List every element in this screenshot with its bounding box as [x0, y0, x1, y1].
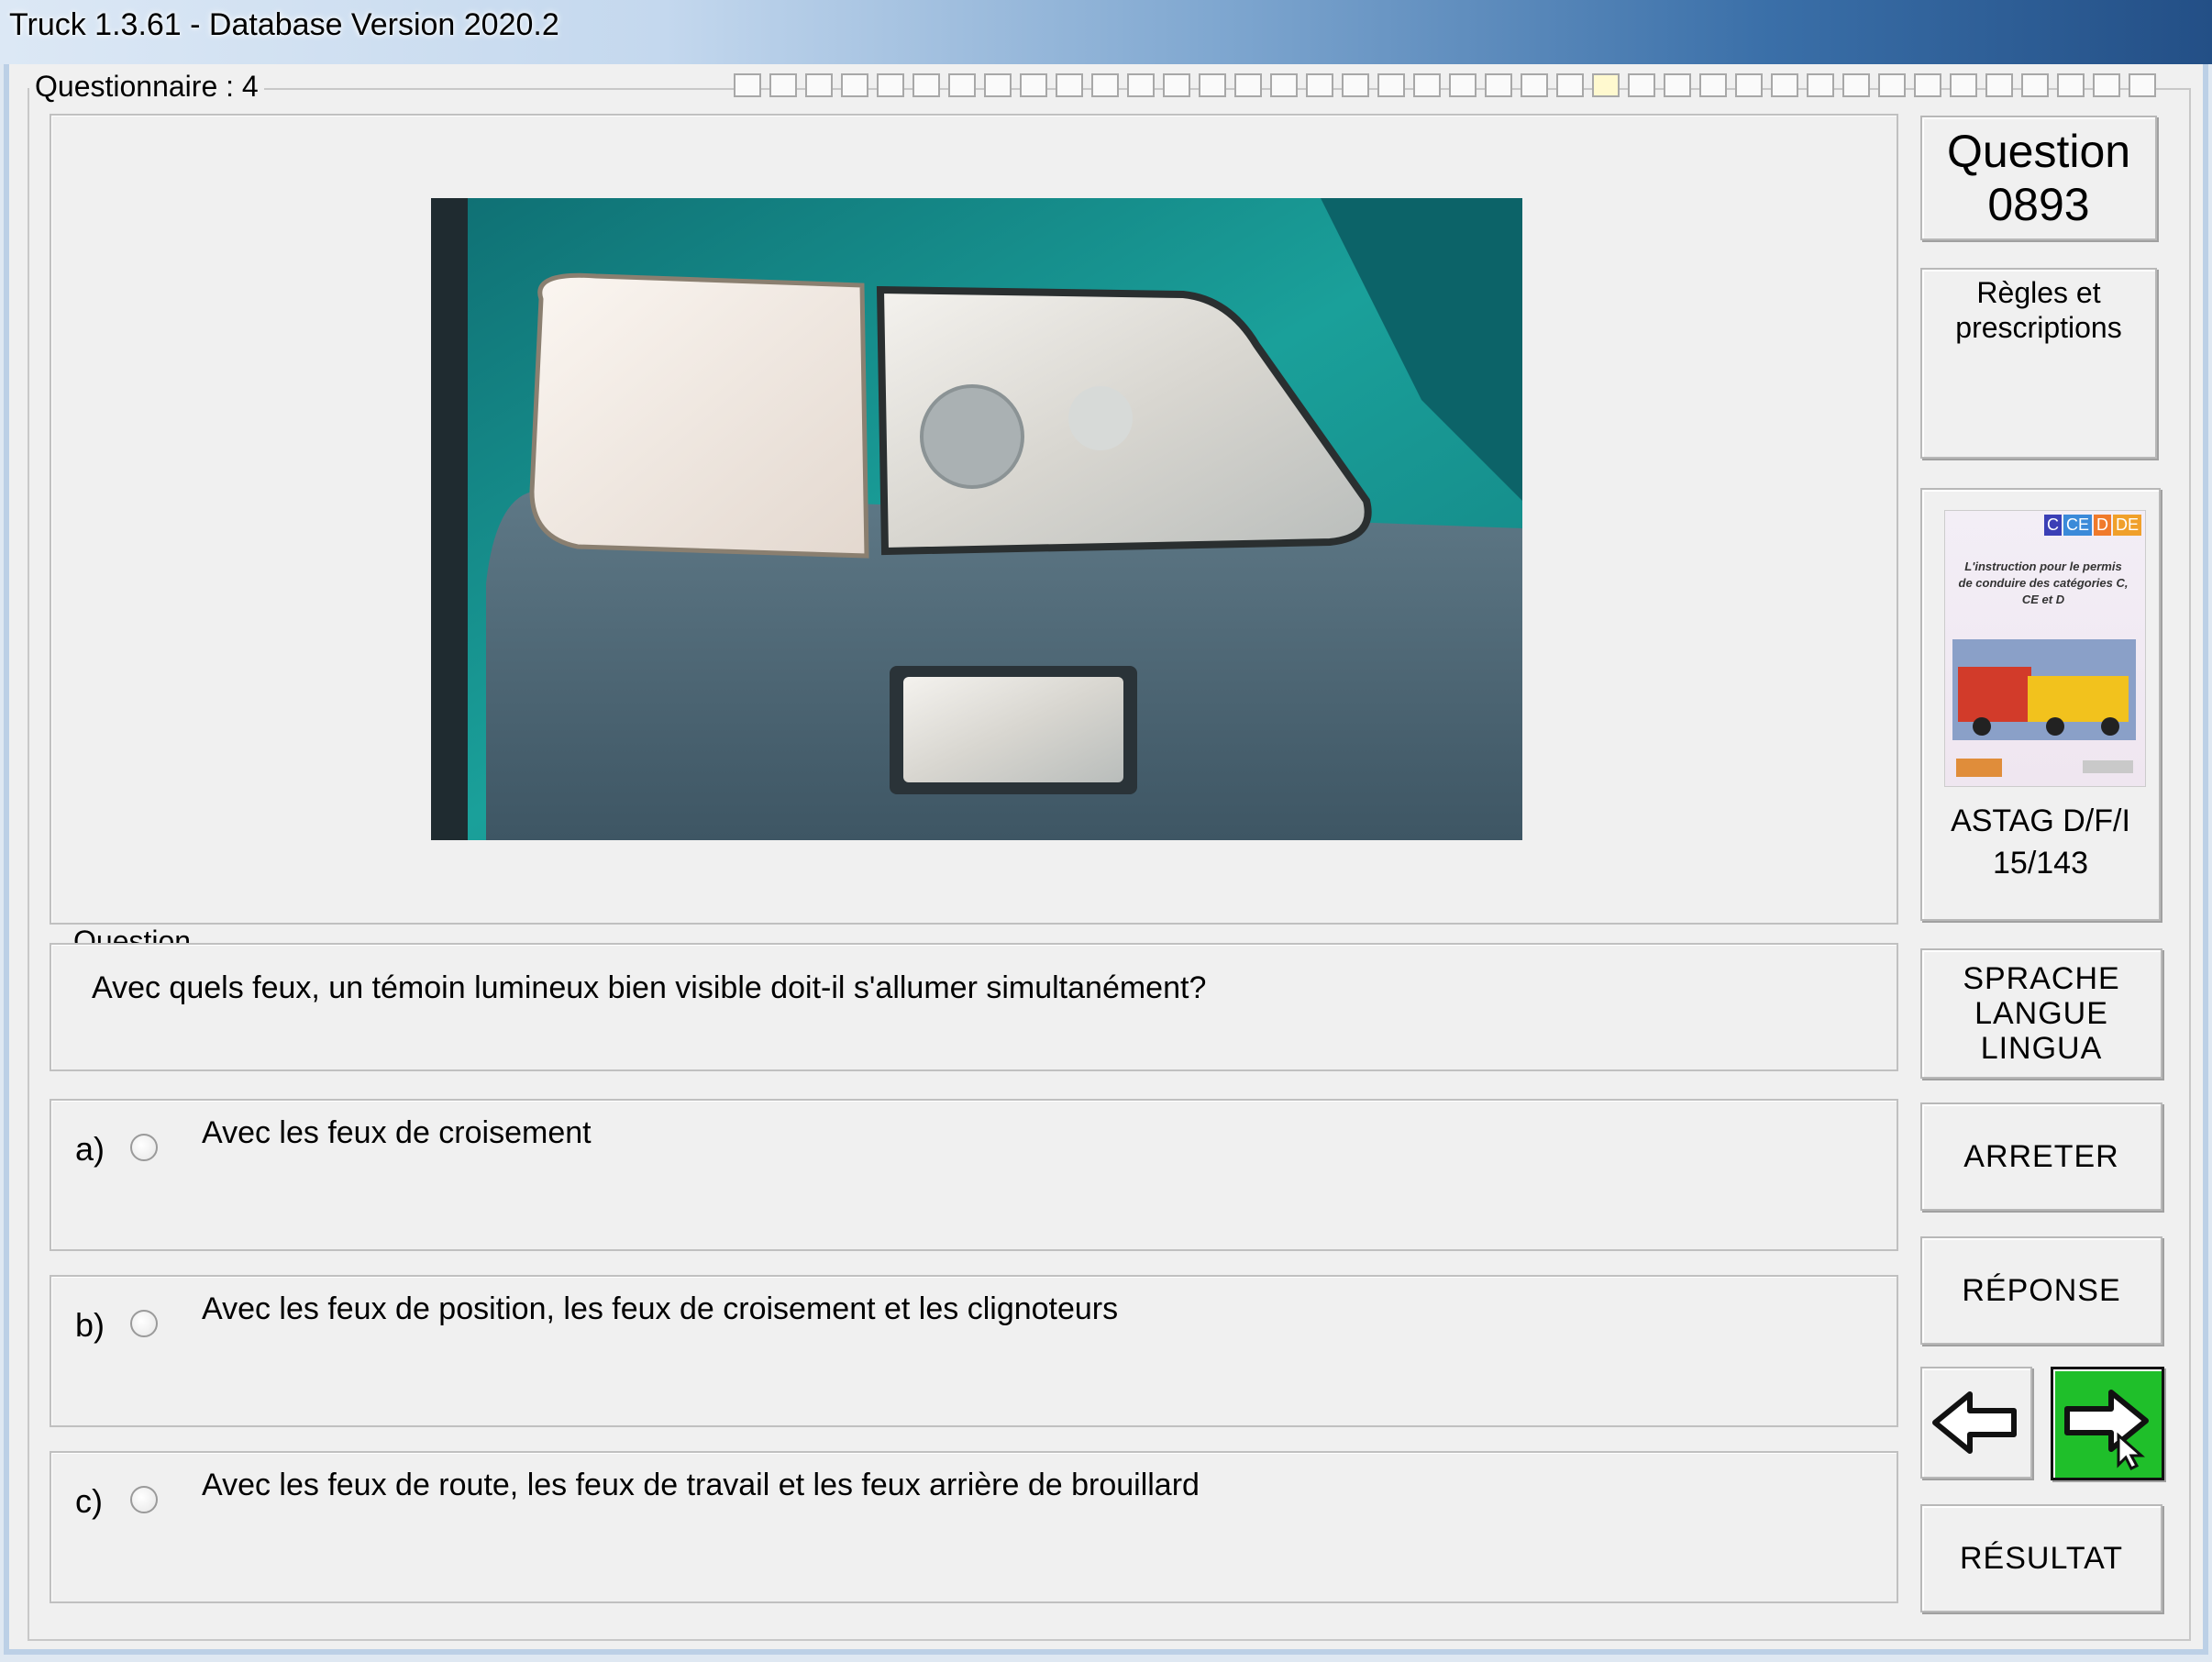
- progress-cell: [2057, 73, 2085, 97]
- progress-cell: [1950, 73, 1977, 97]
- progress-cell: [1485, 73, 1512, 97]
- arrow-left-icon: [1932, 1391, 2017, 1454]
- progress-cell: [948, 73, 976, 97]
- next-button[interactable]: [2051, 1367, 2164, 1480]
- progress-cell: [1234, 73, 1262, 97]
- title-bar: Truck 1.3.61 - Database Version 2020.2: [0, 0, 2212, 64]
- progress-cell: [1342, 73, 1369, 97]
- window-title: Truck 1.3.61 - Database Version 2020.2: [9, 7, 559, 42]
- answer-a[interactable]: a) Avec les feux de croisement: [50, 1099, 1898, 1251]
- question-number-label: Question: [1946, 126, 2131, 177]
- answer-text: Avec les feux de position, les feux de c…: [202, 1291, 1119, 1326]
- progress-cell: [1270, 73, 1298, 97]
- answer-text: Avec les feux de croisement: [202, 1115, 592, 1150]
- progress-cell: [1699, 73, 1727, 97]
- progress-cell: [1985, 73, 2013, 97]
- answer-a-radio[interactable]: [130, 1134, 158, 1161]
- progress-cell: [1306, 73, 1333, 97]
- progress-cell: [984, 73, 1012, 97]
- answer-letter: a): [75, 1130, 105, 1168]
- progress-cell: [1878, 73, 1906, 97]
- progress-cell: [1771, 73, 1798, 97]
- arrow-right-icon: [2064, 1390, 2149, 1471]
- progress-cell: [1807, 73, 1834, 97]
- reference-book-panel: C CE D DE L'instruction pour le permis d…: [1920, 488, 2161, 921]
- progress-cell: [1735, 73, 1763, 97]
- progress-cell: [2021, 73, 2049, 97]
- main-window: Questionnaire : 4 Question Avec quels fe…: [4, 64, 2208, 1655]
- progress-cell: [912, 73, 940, 97]
- progress-cell: [1020, 73, 1047, 97]
- progress-cell: [1056, 73, 1083, 97]
- progress-cell: [2093, 73, 2120, 97]
- progress-cell: [1628, 73, 1655, 97]
- language-button[interactable]: SPRACHE LANGUE LINGUA: [1920, 948, 2162, 1079]
- mouse-cursor-icon: [2117, 1432, 2145, 1471]
- language-label-fr: LANGUE: [1974, 996, 2108, 1031]
- book-cover-image: C CE D DE L'instruction pour le permis d…: [1944, 510, 2146, 787]
- progress-cell: [1413, 73, 1441, 97]
- progress-cell: [841, 73, 868, 97]
- progress-cell: [2129, 73, 2156, 97]
- previous-button[interactable]: [1920, 1367, 2032, 1479]
- progress-cell: [1556, 73, 1584, 97]
- progress-cell: [1127, 73, 1155, 97]
- headlight-photo-graphic: [431, 198, 1522, 840]
- trucks-illustration: [1952, 639, 2136, 777]
- answer-c[interactable]: c) Avec les feux de route, les feux de t…: [50, 1451, 1898, 1603]
- book-page: 15/143: [1993, 846, 2088, 881]
- progress-cell: [1521, 73, 1548, 97]
- result-button[interactable]: RÉSULTAT: [1920, 1504, 2162, 1612]
- category-panel: Règles et prescriptions: [1920, 268, 2157, 459]
- question-number: 0893: [1987, 179, 2090, 230]
- stop-button[interactable]: ARRETER: [1920, 1102, 2162, 1211]
- progress-cell: [877, 73, 904, 97]
- progress-cell: [1842, 73, 1870, 97]
- progress-cell: [1592, 73, 1620, 97]
- progress-cell: [1163, 73, 1190, 97]
- category-label: Règles et prescriptions: [1955, 276, 2122, 344]
- question-text: Avec quels feux, un témoin lumineux bien…: [92, 970, 1207, 1005]
- progress-cell: [1664, 73, 1691, 97]
- answer-letter: b): [75, 1306, 105, 1344]
- answer-b-radio[interactable]: [130, 1310, 158, 1337]
- question-photo: [431, 198, 1522, 840]
- question-progress-bar: [734, 73, 2164, 99]
- progress-cell: [1449, 73, 1477, 97]
- question-box: Avec quels feux, un témoin lumineux bien…: [50, 943, 1898, 1071]
- questionnaire-label: Questionnaire : 4: [29, 70, 264, 104]
- language-label-it: LINGUA: [1980, 1031, 2103, 1066]
- answer-button[interactable]: RÉPONSE: [1920, 1236, 2162, 1345]
- language-label-de: SPRACHE: [1963, 961, 2120, 996]
- progress-cell: [1377, 73, 1405, 97]
- progress-cell: [1914, 73, 1941, 97]
- progress-cell: [1199, 73, 1226, 97]
- answer-c-radio[interactable]: [130, 1486, 158, 1513]
- question-number-panel: Question 0893: [1920, 116, 2157, 240]
- progress-cell: [1091, 73, 1119, 97]
- question-image-panel: [50, 114, 1898, 925]
- progress-cell: [769, 73, 797, 97]
- answer-text: Avec les feux de route, les feux de trav…: [202, 1468, 1200, 1502]
- book-source: ASTAG D/F/I: [1951, 803, 2130, 838]
- book-reference: ASTAG D/F/I 15/143: [1922, 800, 2159, 884]
- answer-b[interactable]: b) Avec les feux de position, les feux d…: [50, 1275, 1898, 1427]
- answer-letter: c): [75, 1482, 103, 1520]
- progress-cell: [734, 73, 761, 97]
- progress-cell: [805, 73, 833, 97]
